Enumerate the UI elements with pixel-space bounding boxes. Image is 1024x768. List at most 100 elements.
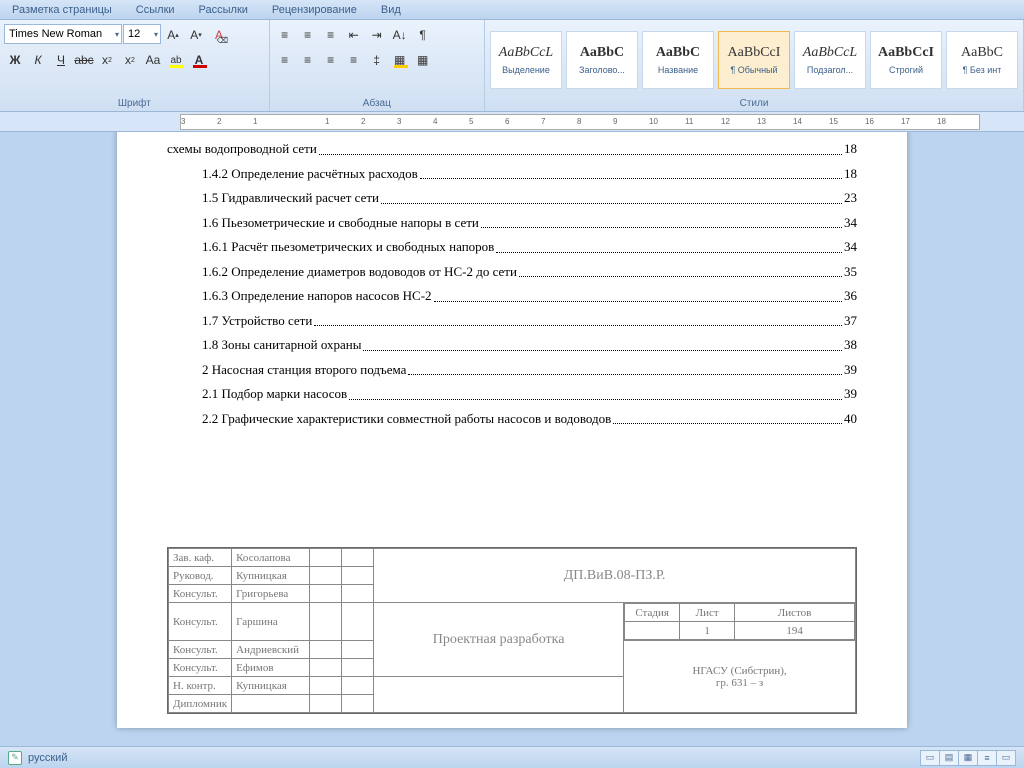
borders-button[interactable]: ▦ (412, 49, 434, 71)
ruler-tick: 9 (613, 117, 617, 126)
font-name-combo[interactable]: Times New Roman (4, 24, 122, 44)
tab-review[interactable]: Рецензирование (260, 2, 369, 19)
tab-view[interactable]: Вид (369, 2, 413, 19)
grow-font-button[interactable]: A▴ (162, 24, 184, 46)
style-preview: AaBbCcI (728, 45, 781, 61)
toc-leader (408, 360, 842, 376)
style-name: Строгий (889, 65, 923, 75)
print-layout-view-button[interactable]: ▭ (920, 750, 940, 766)
tab-mailings[interactable]: Рассылки (187, 2, 260, 19)
toc-text: 1.6.2 Определение диаметров водоводов от… (202, 262, 517, 282)
stamp-name: Купницкая (232, 677, 310, 695)
spellcheck-icon[interactable]: ✎ (8, 751, 22, 765)
reading-view-button[interactable]: ▤ (939, 750, 959, 766)
style-name: Выделение (502, 65, 550, 75)
style-preview: AaBbC (961, 45, 1003, 61)
styles-group-label: Стили (489, 97, 1019, 111)
stamp-val-sheets: 194 (735, 622, 855, 640)
toc-page: 37 (844, 311, 857, 331)
toc-line: схемы водопроводной сети18 (167, 139, 857, 159)
style-item[interactable]: AaBbCcLВыделение (490, 31, 562, 89)
outline-view-button[interactable]: ≡ (977, 750, 997, 766)
table-of-contents: схемы водопроводной сети181.4.2 Определе… (167, 139, 857, 428)
tab-references[interactable]: Ссылки (124, 2, 187, 19)
style-item[interactable]: AaBbCЗаголово... (566, 31, 638, 89)
tab-page-layout[interactable]: Разметка страницы (0, 2, 124, 19)
style-item[interactable]: AaBbCcI ¶ Обычный (718, 31, 790, 89)
toc-text: 2 Насосная станция второго подъема (202, 360, 406, 380)
line-spacing-button[interactable]: ‡ (366, 49, 388, 71)
ruler-tick: 4 (433, 117, 437, 126)
highlight-button[interactable]: ab (165, 49, 187, 71)
stamp-role: Н. контр. (169, 677, 232, 695)
toc-text: схемы водопроводной сети (167, 139, 317, 159)
document-area[interactable]: схемы водопроводной сети181.4.2 Определе… (0, 132, 1024, 744)
font-size-combo[interactable]: 12 (123, 24, 161, 44)
shrink-font-button[interactable]: A▾ (185, 24, 207, 46)
align-right-button[interactable]: ≡ (320, 49, 342, 71)
change-case-button[interactable]: Aa (142, 49, 164, 71)
bold-button[interactable]: Ж (4, 49, 26, 71)
italic-button[interactable]: К (27, 49, 49, 71)
toc-line: 2 Насосная станция второго подъема39 (167, 360, 857, 380)
subscript-button[interactable]: x2 (96, 49, 118, 71)
justify-button[interactable]: ≡ (343, 49, 365, 71)
toc-line: 1.6.2 Определение диаметров водоводов от… (167, 262, 857, 282)
stamp-name (232, 695, 310, 713)
toc-leader (420, 164, 842, 180)
ruler-tick: 12 (721, 117, 730, 126)
style-item[interactable]: AaBbCcLПодзагол... (794, 31, 866, 89)
style-item[interactable]: AaBbCНазвание (642, 31, 714, 89)
toc-text: 2.2 Графические характеристики совместно… (202, 409, 611, 429)
ruler-tick: 14 (793, 117, 802, 126)
web-view-button[interactable]: ▦ (958, 750, 978, 766)
ruler-tick: 18 (937, 117, 946, 126)
paragraph-group-label: Абзац (274, 97, 480, 111)
toc-line: 1.5 Гидравлический расчет сети23 (167, 188, 857, 208)
toc-page: 36 (844, 286, 857, 306)
stamp-role: Консульт. (169, 641, 232, 659)
styles-gallery: AaBbCcLВыделениеAaBbCЗаголово...AaBbCНаз… (489, 22, 1019, 97)
underline-button[interactable]: Ч (50, 49, 72, 71)
stamp-name: Григорьева (232, 585, 310, 603)
toc-leader (434, 286, 842, 302)
bullets-button[interactable]: ≡ (274, 24, 296, 46)
ribbon-tabs: Разметка страницы Ссылки Рассылки Реценз… (0, 0, 1024, 20)
stamp-name: Андриевский (232, 641, 310, 659)
numbering-button[interactable]: ≡ (297, 24, 319, 46)
sort-button[interactable]: A↓ (389, 24, 411, 46)
style-name: Подзагол... (807, 65, 853, 75)
style-name: ¶ Обычный (730, 65, 777, 75)
strike-button[interactable]: abc (73, 49, 95, 71)
multilevel-button[interactable]: ≡ (320, 24, 342, 46)
ruler-tick: 6 (505, 117, 509, 126)
style-item[interactable]: AaBbC¶ Без инт (946, 31, 1018, 89)
toc-text: 1.8 Зоны санитарной охраны (202, 335, 361, 355)
toc-page: 38 (844, 335, 857, 355)
style-preview: AaBbC (656, 45, 700, 61)
align-left-button[interactable]: ≡ (274, 49, 296, 71)
show-marks-button[interactable]: ¶ (412, 24, 434, 46)
stamp-role: Консульт. (169, 659, 232, 677)
font-group-label: Шрифт (4, 97, 265, 111)
toc-page: 34 (844, 213, 857, 233)
outdent-button[interactable]: ⇤ (343, 24, 365, 46)
clear-format-button[interactable]: A⌫ (208, 24, 230, 46)
align-center-button[interactable]: ≡ (297, 49, 319, 71)
indent-button[interactable]: ⇥ (366, 24, 388, 46)
font-color-button[interactable]: A (188, 49, 210, 71)
toc-leader (496, 237, 842, 253)
status-language[interactable]: русский (28, 752, 67, 764)
horizontal-ruler[interactable]: 321123456789101112131415161718 (180, 114, 980, 130)
shading-button[interactable]: ▦ (389, 49, 411, 71)
stamp-val-stage (625, 622, 680, 640)
toc-page: 35 (844, 262, 857, 282)
title-block-stamp: Зав. каф. Косолапова ДП.ВиВ.08-ПЗ.Р. Рук… (167, 547, 857, 714)
toc-text: 1.6.1 Расчёт пьезометрических и свободны… (202, 237, 494, 257)
style-preview: AaBbC (580, 45, 624, 61)
draft-view-button[interactable]: ▭ (996, 750, 1016, 766)
ruler-tick: 17 (901, 117, 910, 126)
stamp-role: Зав. каф. (169, 549, 232, 567)
superscript-button[interactable]: x2 (119, 49, 141, 71)
style-item[interactable]: AaBbCcIСтрогий (870, 31, 942, 89)
